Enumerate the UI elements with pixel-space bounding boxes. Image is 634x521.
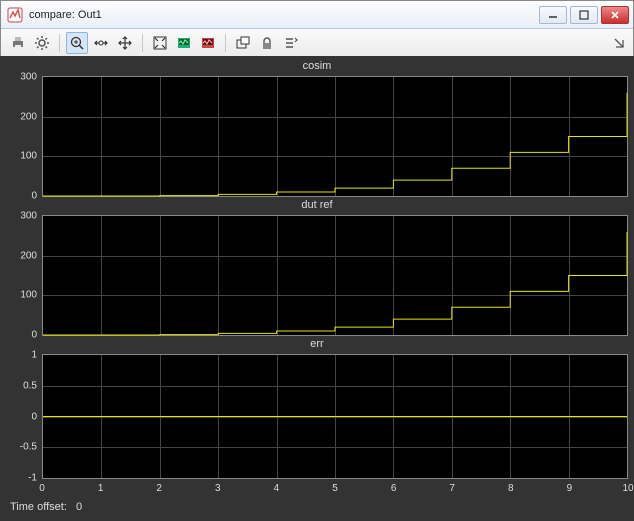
yaxis: [6, 340, 42, 479]
zoom-x-icon[interactable]: [90, 32, 112, 54]
axes[interactable]: -1-0.500.51: [42, 354, 628, 479]
xtick-label: 7: [449, 483, 455, 494]
close-button[interactable]: [601, 6, 629, 24]
ytick-label: -0.5: [20, 442, 37, 453]
yaxis: [6, 62, 42, 201]
xtick-label: 8: [508, 483, 514, 494]
xtick-label: 5: [332, 483, 338, 494]
subplot-title: cosim: [6, 60, 628, 72]
maximize-button[interactable]: [570, 6, 598, 24]
xtick-label: 3: [215, 483, 221, 494]
ytick-label: -1: [28, 473, 37, 484]
titlebar: compare: Out1: [1, 1, 633, 29]
ytick-label: 300: [20, 72, 37, 83]
yaxis: [6, 201, 42, 340]
ytick-label: 0: [31, 411, 37, 422]
subplot-title: err: [6, 338, 628, 350]
scope-area: cosim0100200300dut ref0100200300err-1-0.…: [0, 56, 634, 521]
xtick-label: 0: [39, 483, 45, 494]
scope-params-green-icon[interactable]: [173, 32, 195, 54]
ytick-label: 300: [20, 211, 37, 222]
float-icon[interactable]: [232, 32, 254, 54]
time-offset-label: Time offset:: [10, 501, 67, 513]
xtick-label: 6: [391, 483, 397, 494]
time-offset: Time offset: 0: [10, 501, 82, 513]
dropdown-corner-icon[interactable]: [613, 36, 627, 50]
scope-params-red-icon[interactable]: [197, 32, 219, 54]
toolbar-separator: [225, 34, 226, 52]
pan-icon[interactable]: [114, 32, 136, 54]
subplot: err -1-0.500.51: [6, 340, 628, 479]
zoom-in-icon[interactable]: [66, 32, 88, 54]
gear-icon[interactable]: [31, 32, 53, 54]
xtick-label: 1: [98, 483, 104, 494]
signal-select-icon[interactable]: [280, 32, 302, 54]
minimize-button[interactable]: [539, 6, 567, 24]
autoscale-icon[interactable]: [149, 32, 171, 54]
ytick-label: 1: [31, 350, 37, 361]
ytick-label: 200: [20, 111, 37, 122]
toolbar: [1, 29, 633, 57]
ytick-label: 200: [20, 250, 37, 261]
lock-icon[interactable]: [256, 32, 278, 54]
subplot-title: dut ref: [6, 199, 628, 211]
xtick-label: 9: [567, 483, 573, 494]
ytick-label: 100: [20, 290, 37, 301]
subplot: dut ref 0100200300: [6, 201, 628, 340]
app-icon: [7, 7, 23, 23]
toolbar-separator: [59, 34, 60, 52]
xtick-label: 10: [622, 483, 633, 494]
xtick-label: 2: [156, 483, 162, 494]
toolbar-separator: [142, 34, 143, 52]
window-title: compare: Out1: [29, 9, 102, 21]
ytick-label: 100: [20, 151, 37, 162]
ytick-label: 0.5: [23, 380, 37, 391]
subplot: cosim 0100200300: [6, 62, 628, 201]
xaxis: 012345678910: [42, 483, 628, 497]
print-icon[interactable]: [7, 32, 29, 54]
axes[interactable]: 0100200300: [42, 215, 628, 336]
axes[interactable]: 0100200300: [42, 76, 628, 197]
xtick-label: 4: [274, 483, 280, 494]
time-offset-value: 0: [76, 501, 82, 513]
